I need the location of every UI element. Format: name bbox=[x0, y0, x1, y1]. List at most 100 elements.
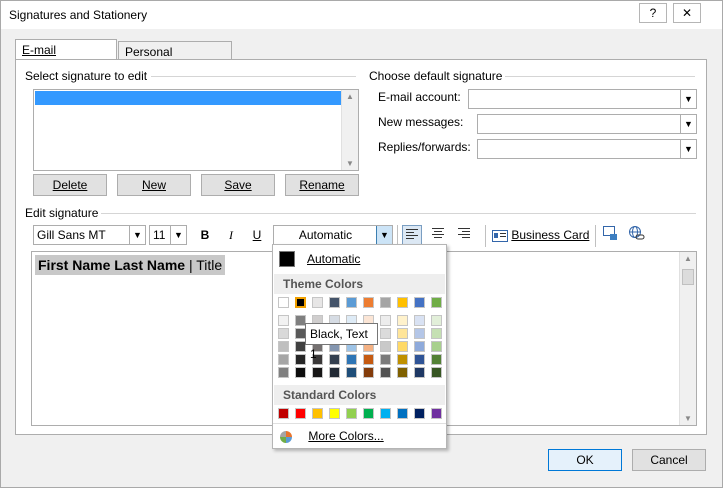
theme-shade-swatch[interactable] bbox=[312, 367, 323, 378]
standard-color-swatch[interactable] bbox=[431, 408, 442, 419]
theme-shade-swatch[interactable] bbox=[363, 367, 374, 378]
scroll-up-icon[interactable]: ▲ bbox=[342, 92, 358, 101]
automatic-option[interactable]: Automatic bbox=[307, 252, 360, 266]
italic-button[interactable]: I bbox=[221, 225, 241, 245]
divider bbox=[273, 423, 446, 424]
replies-select[interactable]: ▼ bbox=[477, 139, 697, 159]
theme-shade-swatch[interactable] bbox=[397, 341, 408, 352]
toolbar-separator bbox=[485, 225, 486, 247]
theme-color-swatch[interactable] bbox=[278, 297, 289, 308]
new-messages-select[interactable]: ▼ bbox=[477, 114, 697, 134]
theme-shade-swatch[interactable] bbox=[431, 328, 442, 339]
theme-shade-swatch[interactable] bbox=[414, 354, 425, 365]
chevron-down-icon[interactable]: ▼ bbox=[680, 90, 696, 108]
standard-color-swatch[interactable] bbox=[414, 408, 425, 419]
align-right-button[interactable] bbox=[454, 225, 474, 245]
font-color-select[interactable]: Automatic ▼ bbox=[273, 225, 393, 245]
theme-shade-swatch[interactable] bbox=[380, 354, 391, 365]
scroll-down-icon[interactable]: ▼ bbox=[680, 414, 696, 423]
standard-color-swatch[interactable] bbox=[295, 408, 306, 419]
standard-color-swatch[interactable] bbox=[397, 408, 408, 419]
business-card-icon bbox=[492, 229, 508, 242]
theme-color-swatch[interactable] bbox=[329, 297, 340, 308]
theme-shade-swatch[interactable] bbox=[397, 354, 408, 365]
theme-shade-swatch[interactable] bbox=[397, 328, 408, 339]
scroll-up-icon[interactable]: ▲ bbox=[680, 254, 696, 263]
theme-color-swatch[interactable] bbox=[295, 297, 306, 308]
standard-color-swatch[interactable] bbox=[380, 408, 391, 419]
automatic-swatch[interactable] bbox=[279, 251, 295, 267]
align-left-button[interactable] bbox=[402, 225, 422, 245]
delete-button[interactable]: Delete bbox=[33, 174, 107, 196]
close-button[interactable]: ✕ bbox=[673, 3, 701, 23]
cancel-button[interactable]: Cancel bbox=[632, 449, 706, 471]
business-card-button[interactable]: Business Card bbox=[492, 225, 592, 245]
theme-shade-swatch[interactable] bbox=[414, 341, 425, 352]
email-account-select[interactable]: ▼ bbox=[468, 89, 697, 109]
standard-color-swatch[interactable] bbox=[346, 408, 357, 419]
theme-shade-swatch[interactable] bbox=[278, 354, 289, 365]
theme-shade-swatch[interactable] bbox=[329, 367, 340, 378]
theme-shade-swatch[interactable] bbox=[414, 367, 425, 378]
scroll-down-icon[interactable]: ▼ bbox=[342, 159, 358, 168]
theme-color-swatch[interactable] bbox=[431, 297, 442, 308]
theme-shade-swatch[interactable] bbox=[346, 367, 357, 378]
theme-shade-swatch[interactable] bbox=[414, 315, 425, 326]
theme-shade-swatch[interactable] bbox=[380, 341, 391, 352]
insert-picture-button[interactable] bbox=[600, 225, 620, 245]
theme-shade-swatch[interactable] bbox=[278, 315, 289, 326]
editor-scrollbar[interactable]: ▲ ▼ bbox=[679, 252, 696, 425]
new-button[interactable]: New bbox=[117, 174, 191, 196]
more-colors-option[interactable]: More Colors... bbox=[279, 427, 439, 445]
theme-shade-swatch[interactable] bbox=[397, 367, 408, 378]
chevron-down-icon[interactable]: ▼ bbox=[170, 226, 186, 244]
standard-color-swatch[interactable] bbox=[329, 408, 340, 419]
theme-shade-swatch[interactable] bbox=[380, 367, 391, 378]
theme-color-swatch[interactable] bbox=[397, 297, 408, 308]
theme-shade-swatch[interactable] bbox=[329, 354, 340, 365]
list-item-selected[interactable] bbox=[35, 91, 342, 105]
chevron-down-icon[interactable]: ▼ bbox=[680, 140, 696, 158]
signature-list[interactable]: ▲ ▼ bbox=[33, 89, 359, 171]
theme-shade-swatch[interactable] bbox=[295, 354, 306, 365]
theme-color-swatch[interactable] bbox=[414, 297, 425, 308]
theme-shade-swatch[interactable] bbox=[431, 367, 442, 378]
align-center-button[interactable] bbox=[428, 225, 448, 245]
underline-button[interactable]: U bbox=[247, 225, 267, 245]
standard-color-swatch[interactable] bbox=[312, 408, 323, 419]
theme-color-swatch[interactable] bbox=[312, 297, 323, 308]
theme-shade-swatch[interactable] bbox=[431, 315, 442, 326]
theme-shade-swatch[interactable] bbox=[278, 341, 289, 352]
divider bbox=[505, 76, 695, 77]
rename-button[interactable]: Rename bbox=[285, 174, 359, 196]
bold-button[interactable]: B bbox=[195, 225, 215, 245]
theme-color-swatch[interactable] bbox=[380, 297, 391, 308]
theme-color-swatch[interactable] bbox=[363, 297, 374, 308]
chevron-down-icon[interactable]: ▼ bbox=[376, 226, 392, 244]
standard-color-swatch[interactable] bbox=[363, 408, 374, 419]
theme-shade-swatch[interactable] bbox=[278, 328, 289, 339]
chevron-down-icon[interactable]: ▼ bbox=[129, 226, 145, 244]
scroll-thumb[interactable] bbox=[682, 269, 694, 285]
theme-shade-swatch[interactable] bbox=[431, 354, 442, 365]
theme-color-swatch[interactable] bbox=[346, 297, 357, 308]
chevron-down-icon[interactable]: ▼ bbox=[680, 115, 696, 133]
theme-shade-swatch[interactable] bbox=[414, 328, 425, 339]
theme-shade-swatch[interactable] bbox=[363, 354, 374, 365]
list-scrollbar[interactable]: ▲ ▼ bbox=[341, 90, 358, 170]
help-button[interactable]: ? bbox=[639, 3, 667, 23]
theme-shade-swatch[interactable] bbox=[397, 315, 408, 326]
more-colors-text: More Colors... bbox=[308, 429, 384, 443]
theme-shade-swatch[interactable] bbox=[380, 315, 391, 326]
theme-shade-swatch[interactable] bbox=[431, 341, 442, 352]
theme-shade-swatch[interactable] bbox=[380, 328, 391, 339]
font-size-select[interactable]: 11 ▼ bbox=[149, 225, 187, 245]
theme-shade-swatch[interactable] bbox=[346, 354, 357, 365]
hyperlink-button[interactable] bbox=[626, 225, 646, 245]
ok-button[interactable]: OK bbox=[548, 449, 622, 471]
font-name-select[interactable]: Gill Sans MT ▼ bbox=[33, 225, 146, 245]
theme-shade-swatch[interactable] bbox=[278, 367, 289, 378]
standard-color-swatch[interactable] bbox=[278, 408, 289, 419]
theme-shade-swatch[interactable] bbox=[295, 367, 306, 378]
save-button[interactable]: Save bbox=[201, 174, 275, 196]
